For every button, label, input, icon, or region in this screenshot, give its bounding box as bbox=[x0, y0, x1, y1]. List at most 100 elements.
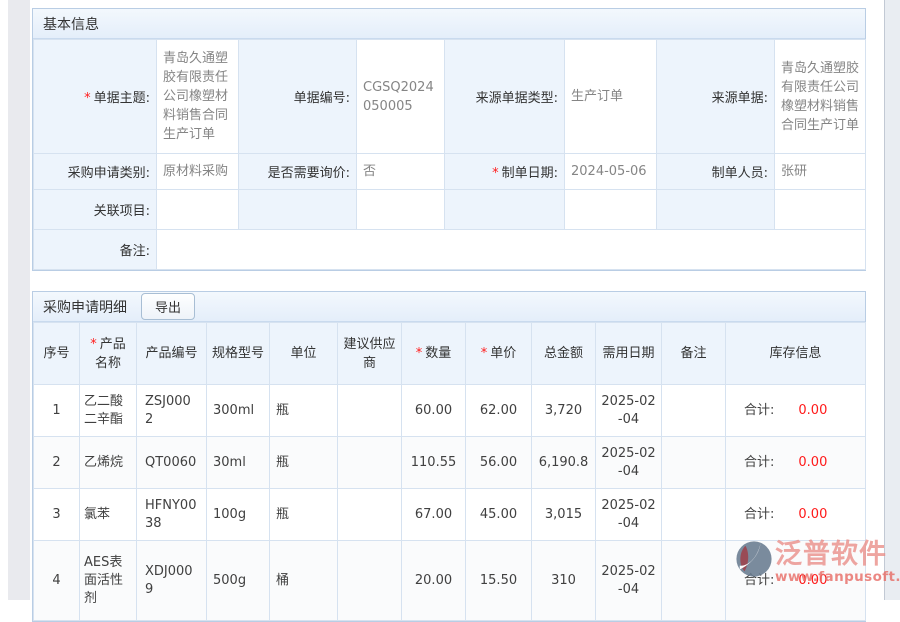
col-product-code: 产品编号 bbox=[137, 323, 207, 385]
stock-cell: 合计: 0.00 bbox=[726, 489, 866, 541]
seq-cell: 1 bbox=[34, 385, 80, 437]
col-unit: 单位 bbox=[270, 323, 338, 385]
basic-row-4: 备注: bbox=[34, 230, 866, 270]
table-row: 3 氯苯 HFNY0038 100g 瓶 67.00 45.00 3,015 2… bbox=[34, 489, 866, 541]
required-asterisk: * bbox=[84, 91, 91, 106]
source-type-value: 生产订单 bbox=[565, 40, 657, 154]
supplier-cell bbox=[338, 541, 402, 621]
code-cell: ZSJ0002 bbox=[137, 385, 207, 437]
name-cell: 乙二酸二辛酯 bbox=[80, 385, 137, 437]
col-need-date: 需用日期 bbox=[596, 323, 662, 385]
source-doc-label: 来源单据: bbox=[657, 40, 775, 154]
basic-row-3: 关联项目: bbox=[34, 190, 866, 230]
need-date-cell: 2025-02-04 bbox=[596, 385, 662, 437]
seq-cell: 2 bbox=[34, 437, 80, 489]
stock-total-value: 0.00 bbox=[798, 572, 827, 590]
stock-cell: 合计: 0.00 bbox=[726, 541, 866, 621]
detail-title: 采购申请明细 bbox=[43, 297, 127, 317]
amount-cell: 3,015 bbox=[532, 489, 596, 541]
source-type-label: 来源单据类型: bbox=[445, 40, 565, 154]
spec-cell: 300ml bbox=[207, 385, 270, 437]
col-amount: 总金额 bbox=[532, 323, 596, 385]
qty-cell: 110.55 bbox=[402, 437, 466, 489]
maker-label: 制单人员: bbox=[657, 154, 775, 190]
price-cell: 15.50 bbox=[466, 541, 532, 621]
table-row: 1 乙二酸二辛酯 ZSJ0002 300ml 瓶 60.00 62.00 3,7… bbox=[34, 385, 866, 437]
remark-label: 备注: bbox=[34, 230, 157, 270]
code-cell: QT0060 bbox=[137, 437, 207, 489]
stock-cell: 合计:0.00 bbox=[726, 385, 866, 437]
stock-total-label: 合计: bbox=[744, 572, 774, 590]
remark-cell bbox=[662, 489, 726, 541]
detail-header: 采购申请明细 导出 bbox=[33, 292, 865, 322]
inquiry-value: 否 bbox=[357, 154, 445, 190]
project-label: 关联项目: bbox=[34, 190, 157, 230]
col-price: *单价 bbox=[466, 323, 532, 385]
required-asterisk: * bbox=[481, 346, 488, 361]
date-value: 2024-05-06 bbox=[565, 154, 657, 190]
main-content: 基本信息 *单据主题: 青岛久通塑胶有限责任公司橡塑材料销售合同生产订单 单据编… bbox=[32, 8, 866, 622]
required-asterisk: * bbox=[90, 337, 97, 352]
amount-cell: 310 bbox=[532, 541, 596, 621]
qty-cell: 60.00 bbox=[402, 385, 466, 437]
amount-cell: 6,190.8 bbox=[532, 437, 596, 489]
source-doc-value: 青岛久通塑胶有限责任公司橡塑材料销售合同生产订单 bbox=[775, 40, 866, 154]
unit-cell: 瓶 bbox=[270, 489, 338, 541]
col-stock: 库存信息 bbox=[726, 323, 866, 385]
basic-row-2: 采购申请类别: 原材料采购 是否需要询价: 否 *制单日期: 2024-05-0… bbox=[34, 154, 866, 190]
doc-no-value: CGSQ2024050005 bbox=[357, 40, 445, 154]
col-qty: *数量 bbox=[402, 323, 466, 385]
page-left-margin bbox=[8, 0, 30, 600]
name-cell: 乙烯烷 bbox=[80, 437, 137, 489]
unit-cell: 瓶 bbox=[270, 437, 338, 489]
col-supplier: 建议供应商 bbox=[338, 323, 402, 385]
remark-value bbox=[157, 230, 866, 270]
detail-table: 序号 *产品名称 产品编号 规格型号 单位 建议供应商 *数量 *单价 总金额 … bbox=[33, 322, 866, 621]
supplier-cell bbox=[338, 437, 402, 489]
maker-value: 张研 bbox=[775, 154, 866, 190]
need-date-cell: 2025-02-04 bbox=[596, 489, 662, 541]
col-seq: 序号 bbox=[34, 323, 80, 385]
remark-cell bbox=[662, 541, 726, 621]
table-row: 4 AES表面活性剂 XDJ0009 500g 桶 20.00 15.50 31… bbox=[34, 541, 866, 621]
export-button[interactable]: 导出 bbox=[141, 293, 195, 320]
doc-subject-label: *单据主题: bbox=[34, 40, 157, 154]
spec-cell: 500g bbox=[207, 541, 270, 621]
basic-info-table: *单据主题: 青岛久通塑胶有限责任公司橡塑材料销售合同生产订单 单据编号: CG… bbox=[33, 39, 866, 270]
supplier-cell bbox=[338, 489, 402, 541]
code-cell: XDJ0009 bbox=[137, 541, 207, 621]
name-cell: 氯苯 bbox=[80, 489, 137, 541]
spec-cell: 100g bbox=[207, 489, 270, 541]
spec-cell: 30ml bbox=[207, 437, 270, 489]
unit-cell: 桶 bbox=[270, 541, 338, 621]
need-date-cell: 2025-02-04 bbox=[596, 437, 662, 489]
page-right-scroll-area[interactable] bbox=[884, 0, 900, 600]
need-date-cell: 2025-02-04 bbox=[596, 541, 662, 621]
stock-total-value: 0.00 bbox=[798, 402, 827, 420]
qty-cell: 20.00 bbox=[402, 541, 466, 621]
price-cell: 45.00 bbox=[466, 489, 532, 541]
category-label: 采购申请类别: bbox=[34, 154, 157, 190]
qty-cell: 67.00 bbox=[402, 489, 466, 541]
detail-panel: 采购申请明细 导出 序号 *产品名称 产品编号 规格型号 单位 建议供应商 *数… bbox=[32, 291, 866, 622]
table-row: 2 乙烯烷 QT0060 30ml 瓶 110.55 56.00 6,190.8… bbox=[34, 437, 866, 489]
basic-row-1: *单据主题: 青岛久通塑胶有限责任公司橡塑材料销售合同生产订单 单据编号: CG… bbox=[34, 40, 866, 154]
basic-info-header: 基本信息 bbox=[33, 9, 865, 39]
col-remark: 备注 bbox=[662, 323, 726, 385]
unit-cell: 瓶 bbox=[270, 385, 338, 437]
doc-subject-value: 青岛久通塑胶有限责任公司橡塑材料销售合同生产订单 bbox=[157, 40, 239, 154]
code-cell: HFNY0038 bbox=[137, 489, 207, 541]
stock-total-label: 合计: bbox=[744, 506, 774, 524]
required-asterisk: * bbox=[416, 346, 423, 361]
required-asterisk: * bbox=[492, 166, 499, 181]
detail-header-row: 序号 *产品名称 产品编号 规格型号 单位 建议供应商 *数量 *单价 总金额 … bbox=[34, 323, 866, 385]
remark-cell bbox=[662, 385, 726, 437]
price-cell: 56.00 bbox=[466, 437, 532, 489]
basic-info-panel: 基本信息 *单据主题: 青岛久通塑胶有限责任公司橡塑材料销售合同生产订单 单据编… bbox=[32, 8, 866, 271]
name-cell: AES表面活性剂 bbox=[80, 541, 137, 621]
stock-total-value: 0.00 bbox=[798, 506, 827, 524]
seq-cell: 4 bbox=[34, 541, 80, 621]
seq-cell: 3 bbox=[34, 489, 80, 541]
stock-total-value: 0.00 bbox=[798, 454, 827, 472]
price-cell: 62.00 bbox=[466, 385, 532, 437]
